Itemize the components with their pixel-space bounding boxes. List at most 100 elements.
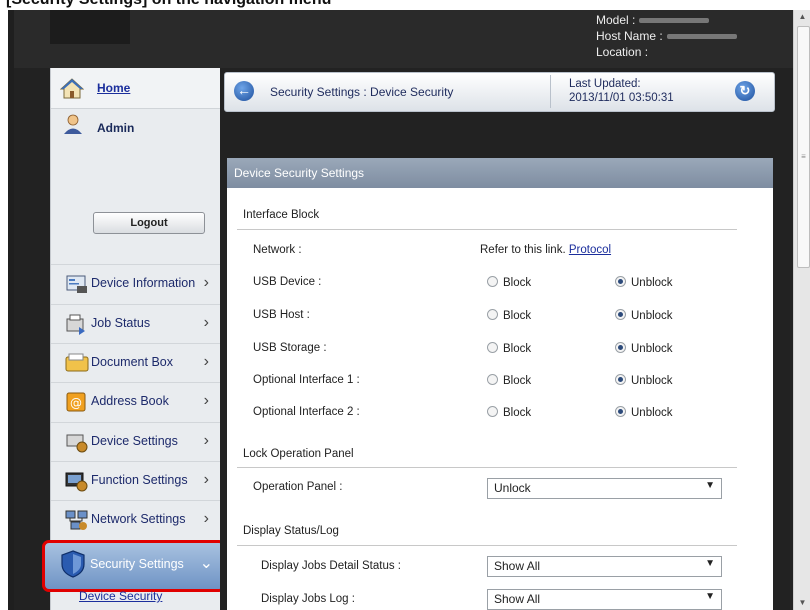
- network-label: Network :: [253, 244, 302, 256]
- optional-interface-2-label: Optional Interface 2 :: [253, 406, 360, 418]
- unblock-label: Unblock: [631, 375, 673, 387]
- chevron-down-icon: ⌄: [199, 555, 213, 572]
- home-link[interactable]: Home: [97, 81, 130, 95]
- optional-interface-2-block-radio[interactable]: Block: [487, 406, 531, 419]
- panel-title: Device Security Settings: [234, 166, 365, 180]
- chevron-right-icon: ›: [203, 274, 209, 291]
- operation-panel-label: Operation Panel :: [253, 481, 343, 493]
- model-label: Model :: [596, 13, 636, 27]
- job-status-icon: [66, 314, 85, 335]
- sidebar-item-label: Network Settings: [91, 512, 186, 526]
- usb-device-label: USB Device :: [253, 276, 322, 288]
- scroll-thumb[interactable]: ≡: [797, 26, 810, 268]
- dropdown-arrow-icon: ▼: [705, 480, 715, 491]
- sidebar-item-security-settings[interactable]: Security Settings ⌄: [42, 540, 226, 592]
- host-name-label: Host Name :: [596, 29, 663, 43]
- dropdown-arrow-icon: ▼: [705, 591, 715, 602]
- usb-host-unblock-radio[interactable]: Unblock: [615, 309, 673, 322]
- panel-header: Device Security Settings: [227, 158, 773, 188]
- sidebar-item-label: Address Book: [91, 394, 169, 408]
- caption-strip: [Security Settings] on the navigation me…: [0, 0, 810, 10]
- breadcrumb-text: Security Settings : Device Security: [270, 85, 454, 99]
- address-book-icon: @: [66, 392, 86, 412]
- optional-interface-1-block-radio[interactable]: Block: [487, 374, 531, 387]
- operation-panel-select[interactable]: Unlock ▼: [487, 478, 722, 499]
- model-value-redacted: [639, 18, 710, 24]
- sidebar-item-label: Device Settings: [91, 434, 178, 448]
- sidebar-item-job-status[interactable]: Job Status ›: [51, 304, 221, 343]
- jobs-log-label: Display Jobs Log :: [261, 593, 355, 605]
- device-info: Model : Host Name : Location :: [596, 12, 737, 60]
- chevron-right-icon: ›: [203, 471, 209, 488]
- svg-text:@: @: [70, 396, 82, 410]
- usb-storage-unblock-radio[interactable]: Unblock: [615, 342, 673, 355]
- usb-storage-block-radio[interactable]: Block: [487, 342, 531, 355]
- section-divider: [237, 467, 737, 468]
- unblock-label: Unblock: [631, 277, 673, 289]
- sidebar-subitem-device-security[interactable]: Device Security: [79, 589, 162, 603]
- sidebar-item-label: Security Settings: [90, 557, 184, 571]
- home-icon: [60, 78, 84, 99]
- sidebar-item-label: Document Box: [91, 355, 173, 369]
- chevron-right-icon: ›: [203, 314, 209, 331]
- block-label: Block: [503, 310, 532, 322]
- sidebar-home[interactable]: Home: [51, 68, 221, 109]
- block-label: Block: [503, 343, 532, 355]
- logout-button[interactable]: Logout: [93, 212, 205, 234]
- scroll-down-arrow[interactable]: ▼: [794, 596, 810, 610]
- shield-icon: [61, 550, 85, 578]
- host-value-redacted: [666, 34, 737, 40]
- main-content: ← Security Settings : Device Security La…: [220, 68, 793, 610]
- sidebar-item-function-settings[interactable]: Function Settings ›: [51, 461, 221, 500]
- chevron-right-icon: ›: [203, 353, 209, 370]
- optional-interface-2-unblock-radio[interactable]: Unblock: [615, 406, 673, 419]
- jobs-log-select[interactable]: Show All ▼: [487, 589, 722, 610]
- sidebar-item-device-information[interactable]: Device Information ›: [51, 264, 221, 303]
- jobs-detail-status-value: Show All: [494, 559, 541, 573]
- sidebar-item-label: Device Information: [91, 276, 196, 290]
- back-arrow-icon[interactable]: ←: [234, 81, 254, 101]
- sidebar-item-label: Job Status: [91, 316, 151, 330]
- location-label: Location :: [596, 45, 649, 59]
- caption-text: [Security Settings] on the navigation me…: [6, 0, 331, 9]
- last-updated-label: Last Updated:: [569, 78, 641, 90]
- unblock-label: Unblock: [631, 343, 673, 355]
- refresh-icon[interactable]: ↻: [735, 81, 755, 101]
- section-title-lock-panel: Lock Operation Panel: [243, 448, 354, 460]
- usb-host-block-radio[interactable]: Block: [487, 309, 531, 322]
- jobs-detail-status-label: Display Jobs Detail Status :: [261, 560, 401, 572]
- function-settings-icon: [65, 472, 88, 492]
- optional-interface-1-unblock-radio[interactable]: Unblock: [615, 374, 673, 387]
- user-panel: Admin Logout: [51, 109, 221, 234]
- sidebar-item-document-box[interactable]: Document Box ›: [51, 343, 221, 382]
- user-icon: [64, 114, 82, 134]
- jobs-detail-status-select[interactable]: Show All ▼: [487, 556, 722, 577]
- chevron-right-icon: ›: [203, 392, 209, 409]
- block-label: Block: [503, 277, 532, 289]
- operation-panel-value: Unlock: [494, 481, 531, 495]
- usb-device-block-radio[interactable]: Block: [487, 276, 531, 289]
- frame-edge: [8, 10, 14, 610]
- protocol-link[interactable]: Protocol: [569, 244, 611, 256]
- grip-icon: ≡: [801, 152, 806, 161]
- jobs-log-value: Show All: [494, 592, 541, 606]
- sidebar-item-label: Function Settings: [91, 473, 188, 487]
- network-info: Refer to this link. Protocol: [480, 244, 611, 256]
- block-label: Block: [503, 407, 532, 419]
- section-title-display-status: Display Status/Log: [243, 525, 339, 537]
- logo-area: [50, 10, 130, 44]
- scroll-up-arrow[interactable]: ▲: [794, 10, 810, 24]
- sidebar-item-device-settings[interactable]: Device Settings ›: [51, 422, 221, 461]
- last-updated: Last Updated: 2013/11/01 03:50:31: [569, 77, 674, 105]
- usb-storage-label: USB Storage :: [253, 342, 327, 354]
- network-text: Refer to this link.: [480, 244, 566, 256]
- user-name: Admin: [97, 121, 135, 135]
- sidebar-item-network-settings[interactable]: Network Settings ›: [51, 500, 221, 539]
- section-title-interface-block: Interface Block: [243, 209, 320, 221]
- device-info-icon: [66, 275, 87, 293]
- sidebar-item-address-book[interactable]: @ Address Book ›: [51, 382, 221, 421]
- breadcrumb-divider: [550, 75, 551, 108]
- unblock-label: Unblock: [631, 407, 673, 419]
- usb-device-unblock-radio[interactable]: Unblock: [615, 276, 673, 289]
- vertical-scrollbar[interactable]: ▲ ≡ ▼: [793, 10, 810, 610]
